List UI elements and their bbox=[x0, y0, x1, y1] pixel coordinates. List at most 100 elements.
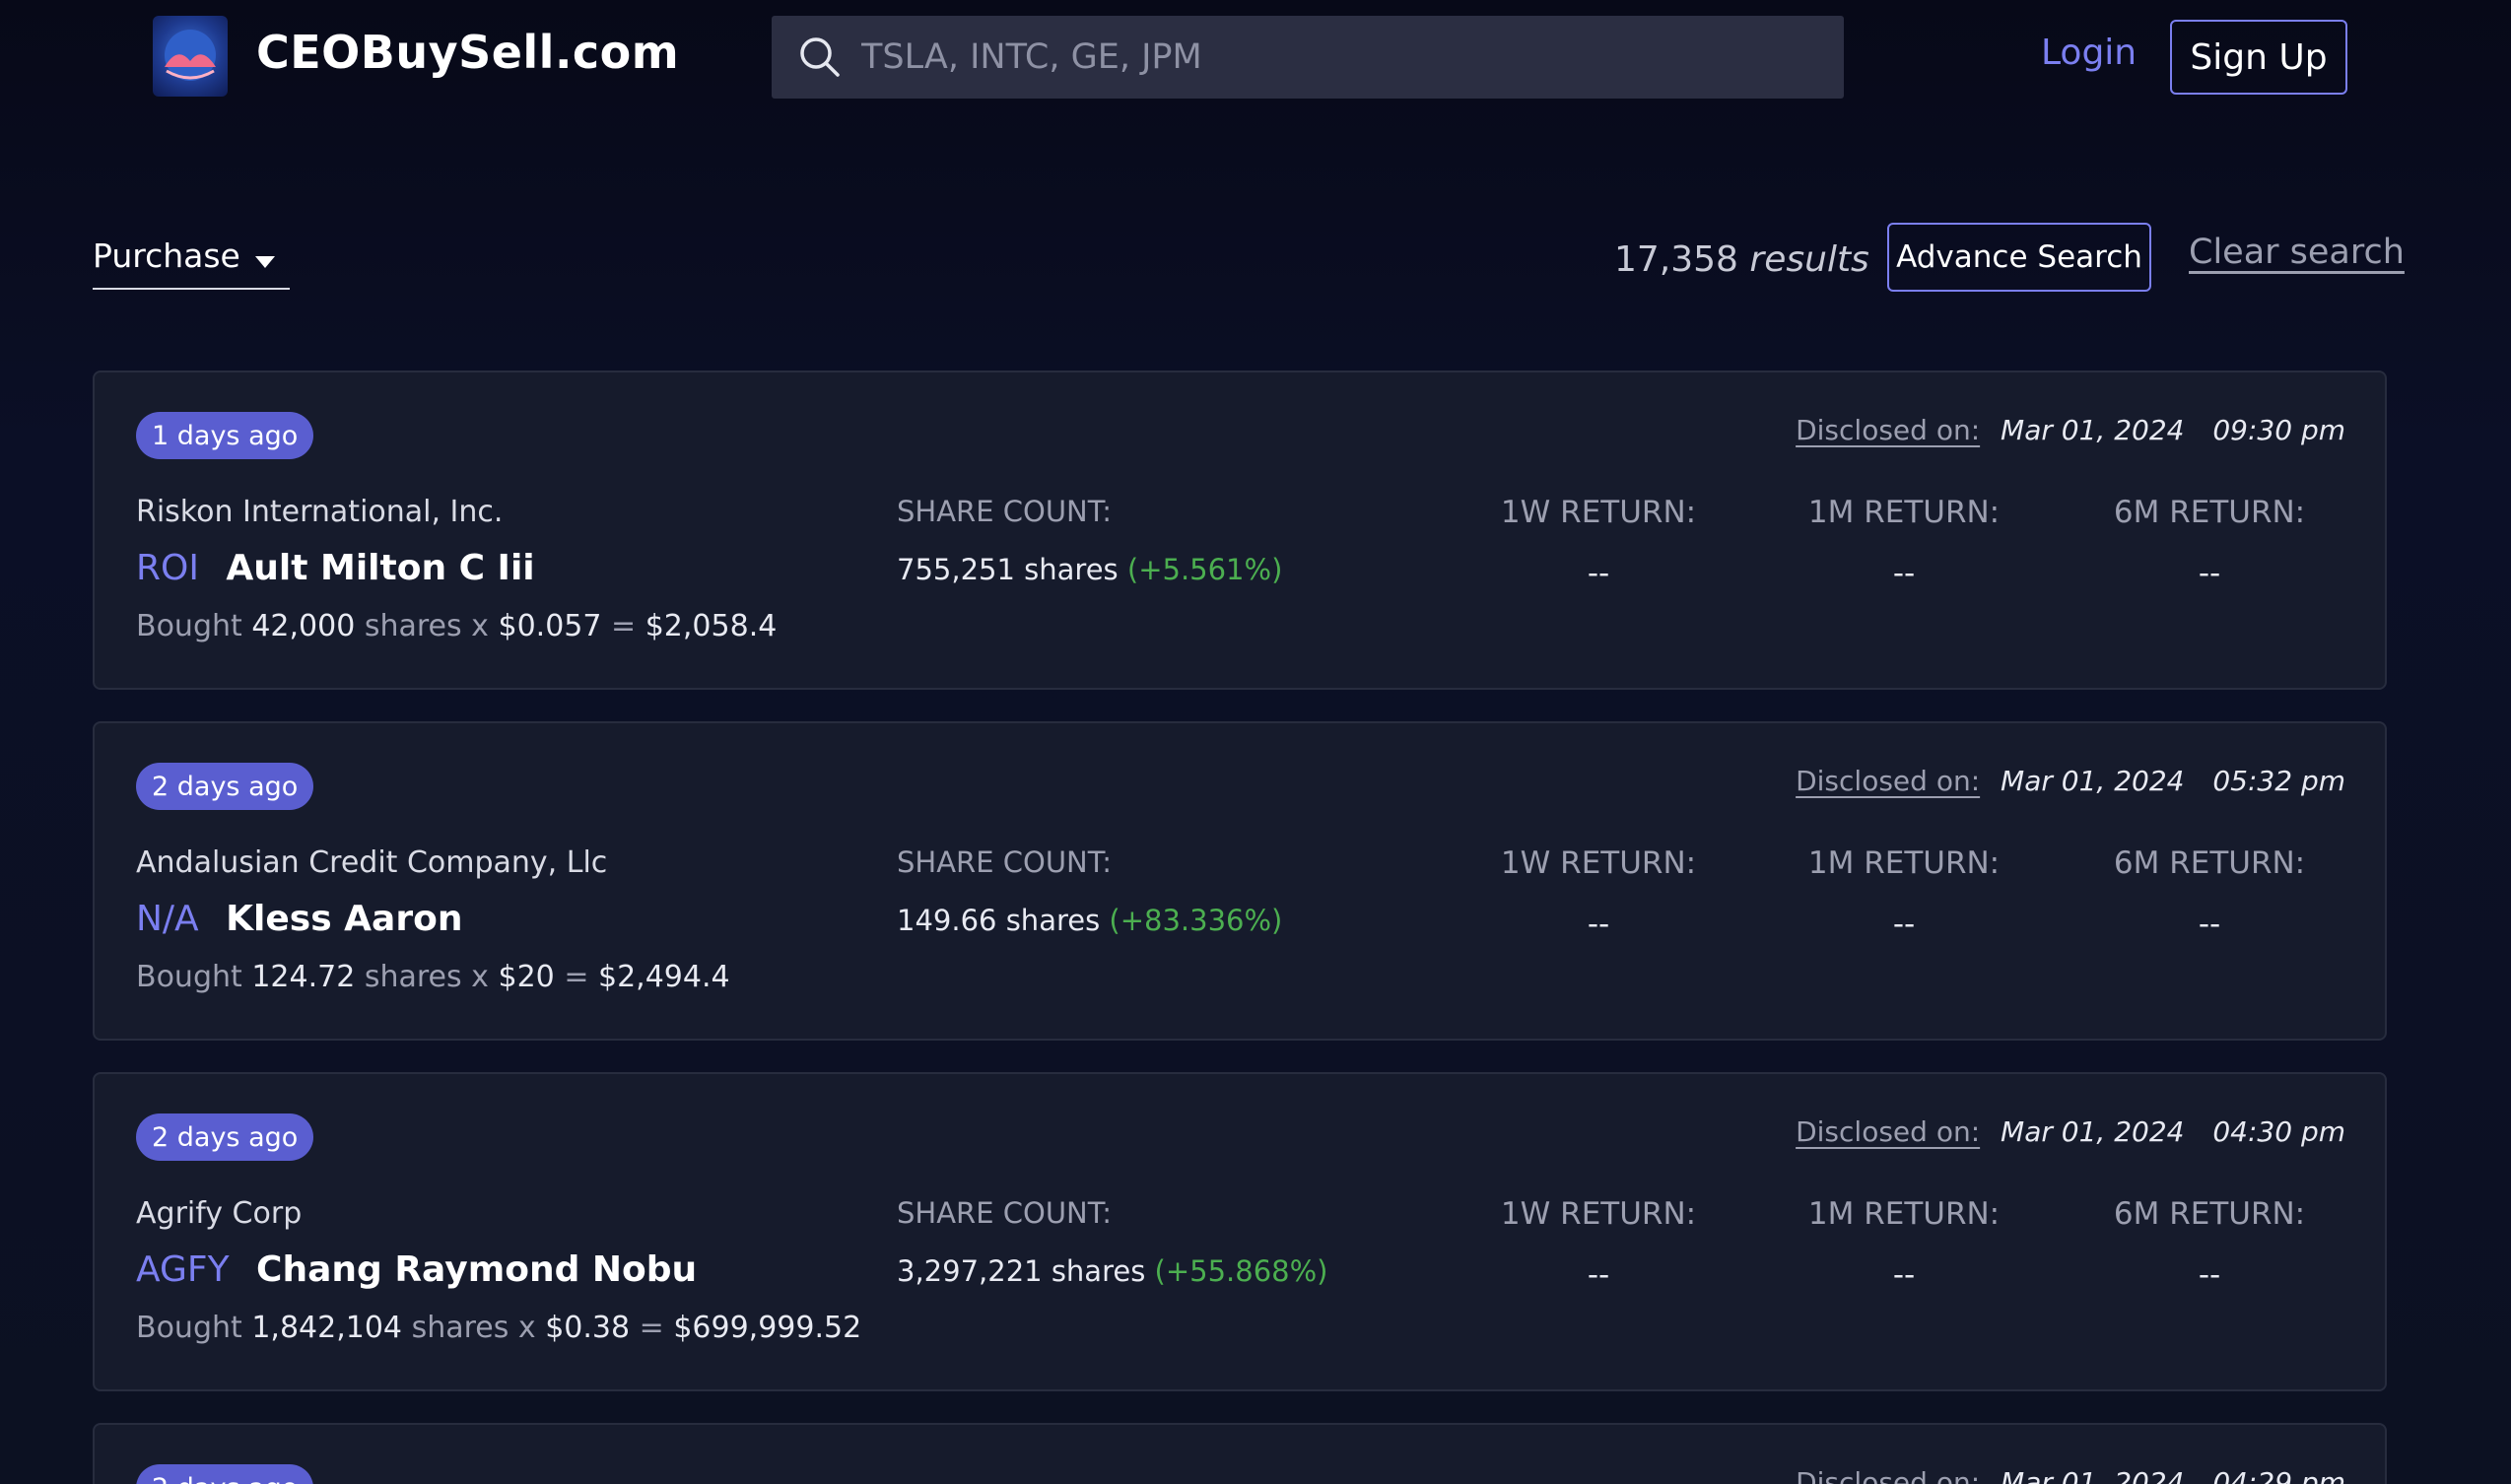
disclosed-time: 04:29 pm bbox=[2212, 1466, 2345, 1484]
bought-summary: Bought 42,000 shares x $0.057 = $2,058.4 bbox=[136, 609, 777, 643]
ticker-link[interactable]: N/A bbox=[136, 899, 199, 939]
bought-shares: 42,000 bbox=[251, 609, 356, 643]
return-6m-value: -- bbox=[2198, 907, 2221, 942]
return-1m-value: -- bbox=[1892, 1257, 1916, 1293]
insider-name[interactable]: Ault Milton C Iii bbox=[226, 548, 534, 588]
share-count-value: 755,251 shares (+5.561%) bbox=[897, 553, 1282, 586]
return-1m-label: 1M RETURN: bbox=[1807, 845, 2001, 881]
disclosed-info: Disclosed on: Mar 01, 2024 05:32 pm bbox=[1796, 765, 2345, 797]
bought-label: Bought bbox=[136, 960, 242, 994]
bought-price: $0.38 bbox=[545, 1311, 631, 1345]
ticker-insider-row: AGFY Chang Raymond Nobu bbox=[136, 1249, 697, 1290]
share-count-change: (+83.336%) bbox=[1109, 904, 1283, 937]
disclosed-label: Disclosed on: bbox=[1796, 414, 1981, 446]
clear-search-link[interactable]: Clear search bbox=[2189, 233, 2405, 272]
bought-price: $20 bbox=[498, 960, 555, 994]
shares-x-label: shares x bbox=[411, 1311, 536, 1345]
share-count-label: SHARE COUNT: bbox=[897, 495, 1113, 528]
ticker-link[interactable]: AGFY bbox=[136, 1249, 230, 1290]
share-count-number: 3,297,221 bbox=[897, 1254, 1043, 1288]
return-1m-label: 1M RETURN: bbox=[1807, 1196, 2001, 1232]
bought-total: $699,999.52 bbox=[673, 1311, 862, 1345]
disclosed-info: Disclosed on: Mar 01, 2024 09:30 pm bbox=[1796, 414, 2345, 446]
ticker-insider-row: N/A Kless Aaron bbox=[136, 899, 462, 939]
search-bar[interactable] bbox=[772, 16, 1844, 99]
shares-x-label: shares x bbox=[364, 609, 489, 643]
return-6m-label: 6M RETURN: bbox=[2113, 1196, 2306, 1232]
signup-button[interactable]: Sign Up bbox=[2170, 20, 2347, 95]
bought-summary: Bought 1,842,104 shares x $0.38 = $699,9… bbox=[136, 1311, 861, 1345]
share-count-label: SHARE COUNT: bbox=[897, 1196, 1113, 1230]
shares-label: shares bbox=[1051, 1254, 1146, 1288]
shares-label: shares bbox=[1024, 553, 1119, 586]
disclosed-date: Mar 01, 2024 bbox=[2001, 1466, 2185, 1484]
search-icon bbox=[800, 37, 840, 77]
share-count-change: (+55.868%) bbox=[1154, 1254, 1328, 1288]
equals-sign: = bbox=[639, 1311, 664, 1345]
bought-price: $0.057 bbox=[498, 609, 602, 643]
return-1w-value: -- bbox=[1587, 556, 1610, 591]
share-count-value: 3,297,221 shares (+55.868%) bbox=[897, 1254, 1328, 1288]
disclosed-info: Disclosed on: Mar 01, 2024 04:29 pm bbox=[1796, 1466, 2345, 1484]
disclosed-info: Disclosed on: Mar 01, 2024 04:30 pm bbox=[1796, 1115, 2345, 1148]
site-logo[interactable] bbox=[153, 16, 228, 97]
company-name: Agrify Corp bbox=[136, 1196, 303, 1231]
equals-sign: = bbox=[564, 960, 589, 994]
caret-down-icon bbox=[255, 256, 275, 268]
insider-name[interactable]: Kless Aaron bbox=[226, 899, 462, 939]
login-link[interactable]: Login bbox=[2041, 33, 2137, 73]
disclosed-date: Mar 01, 2024 bbox=[2001, 765, 2185, 797]
company-name: Riskon International, Inc. bbox=[136, 495, 504, 529]
return-6m-label: 6M RETURN: bbox=[2113, 845, 2306, 881]
disclosed-date: Mar 01, 2024 bbox=[2001, 414, 2185, 446]
bought-total: $2,058.4 bbox=[645, 609, 778, 643]
disclosed-label: Disclosed on: bbox=[1796, 765, 1981, 797]
return-6m-label: 6M RETURN: bbox=[2113, 495, 2306, 530]
trade-card[interactable]: 1 days ago Disclosed on: Mar 01, 2024 09… bbox=[93, 371, 2387, 690]
ticker-insider-row: ROI Ault Milton C Iii bbox=[136, 548, 535, 588]
return-1m-value: -- bbox=[1892, 907, 1916, 942]
transaction-type-dropdown[interactable]: Purchase bbox=[93, 233, 290, 290]
bought-summary: Bought 124.72 shares x $20 = $2,494.4 bbox=[136, 960, 730, 994]
advance-search-button[interactable]: Advance Search bbox=[1887, 223, 2151, 292]
return-6m-value: -- bbox=[2198, 1257, 2221, 1293]
disclosed-label: Disclosed on: bbox=[1796, 1466, 1981, 1484]
disclosed-time: 09:30 pm bbox=[2212, 414, 2345, 446]
trade-card[interactable]: 2 days ago Disclosed on: Mar 01, 2024 04… bbox=[93, 1423, 2387, 1484]
return-1w-label: 1W RETURN: bbox=[1500, 845, 1697, 881]
insider-name[interactable]: Chang Raymond Nobu bbox=[256, 1249, 697, 1290]
trade-card[interactable]: 2 days ago Disclosed on: Mar 01, 2024 04… bbox=[93, 1072, 2387, 1391]
return-1w-value: -- bbox=[1587, 907, 1610, 942]
dropdown-selected-value: Purchase bbox=[93, 236, 240, 275]
return-6m-value: -- bbox=[2198, 556, 2221, 591]
equals-sign: = bbox=[611, 609, 637, 643]
search-input[interactable] bbox=[861, 37, 1748, 77]
return-1m-label: 1M RETURN: bbox=[1807, 495, 2001, 530]
age-badge: 2 days ago bbox=[136, 1464, 314, 1484]
disclosed-time: 05:32 pm bbox=[2212, 765, 2345, 797]
results-count: 17,358 results bbox=[1614, 239, 1869, 280]
return-1w-label: 1W RETURN: bbox=[1500, 1196, 1697, 1232]
return-1w-value: -- bbox=[1587, 1257, 1610, 1293]
trade-card[interactable]: 2 days ago Disclosed on: Mar 01, 2024 05… bbox=[93, 721, 2387, 1041]
age-badge: 2 days ago bbox=[136, 763, 314, 810]
return-1m-value: -- bbox=[1892, 556, 1916, 591]
ticker-link[interactable]: ROI bbox=[136, 548, 199, 588]
brand-name[interactable]: CEOBuySell.com bbox=[256, 26, 679, 79]
bought-total: $2,494.4 bbox=[598, 960, 730, 994]
disclosed-date: Mar 01, 2024 bbox=[2001, 1115, 2185, 1148]
share-count-value: 149.66 shares (+83.336%) bbox=[897, 904, 1282, 937]
share-count-number: 755,251 bbox=[897, 553, 1015, 586]
shares-label: shares bbox=[1005, 904, 1101, 937]
top-header: CEOBuySell.com Login Sign Up bbox=[0, 0, 2511, 118]
results-number: 17,358 bbox=[1614, 239, 1738, 280]
bought-label: Bought bbox=[136, 609, 242, 643]
share-count-label: SHARE COUNT: bbox=[897, 845, 1113, 879]
disclosed-label: Disclosed on: bbox=[1796, 1115, 1981, 1148]
share-count-change: (+5.561%) bbox=[1126, 553, 1283, 586]
shares-x-label: shares x bbox=[364, 960, 489, 994]
return-1w-label: 1W RETURN: bbox=[1500, 495, 1697, 530]
bought-shares: 124.72 bbox=[251, 960, 356, 994]
company-name: Andalusian Credit Company, Llc bbox=[136, 845, 608, 880]
bought-label: Bought bbox=[136, 1311, 242, 1345]
